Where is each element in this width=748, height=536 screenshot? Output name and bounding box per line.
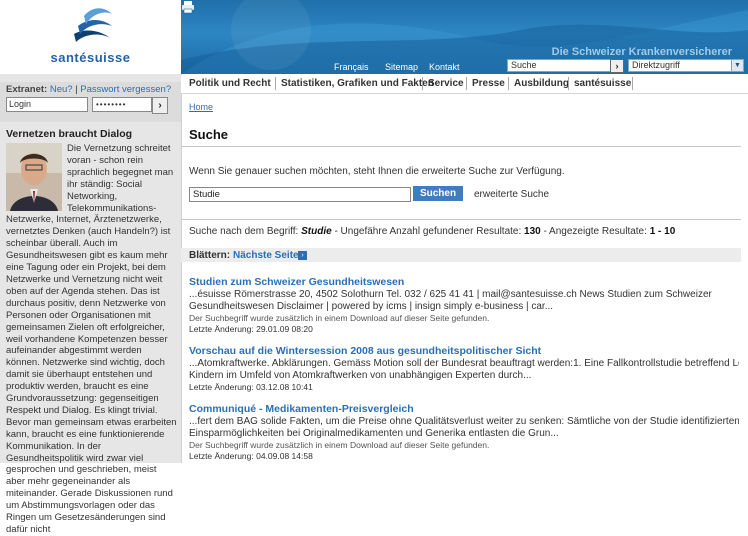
logo-icon — [74, 8, 112, 42]
summary-term: Studie — [301, 226, 332, 237]
nav-service[interactable]: Service — [428, 78, 464, 89]
francais-link[interactable]: Français — [334, 62, 369, 72]
login-field[interactable]: Login — [6, 97, 88, 112]
search-input[interactable]: Studie — [189, 187, 411, 202]
chevron-down-icon: ▼ — [731, 60, 743, 71]
list-item: Communiqué - Medikamenten-Preisvergleich… — [189, 403, 739, 462]
arrow-right-icon: › — [615, 61, 619, 71]
paging-bar: Blättern: Nächste Seite › — [181, 248, 741, 262]
list-item: Studien zum Schweizer Gesundheitswesen .… — [189, 276, 739, 335]
direktzugriff-select[interactable]: Direktzugriff ▼ — [628, 59, 744, 72]
extranet-row: Extranet: Neu? | Passwort vergessen? — [6, 84, 172, 95]
summary-mid2: - Angezeigte Resultate: — [543, 226, 647, 237]
summary-count: 130 — [524, 226, 541, 237]
nav-separator — [632, 77, 633, 90]
summary-mid: - Ungefähre Anzahl gefundener Resultate: — [334, 226, 522, 237]
brand-name: santésuisse — [50, 50, 131, 65]
nav-separator — [275, 77, 276, 90]
header-search-input[interactable]: Suche — [507, 59, 611, 72]
direktzugriff-value: Direktzugriff — [632, 60, 680, 70]
divider — [181, 219, 741, 220]
search-button[interactable]: Suchen — [413, 186, 463, 201]
result-date: Letzte Änderung: 29.01.09 08:20 — [189, 324, 313, 334]
advanced-search-link[interactable]: erweiterte Suche — [474, 189, 549, 200]
nav-separator — [422, 77, 423, 90]
password-field[interactable]: •••••••• — [92, 97, 152, 112]
next-page-link[interactable]: Nächste Seite — [233, 250, 299, 261]
nav-presse[interactable]: Presse — [472, 78, 505, 89]
extranet-label: Extranet: — [6, 84, 48, 95]
header-search-button[interactable]: › — [610, 59, 624, 73]
nav-separator — [508, 77, 509, 90]
result-snippet: ...fert dem BAG solide Fakten, um die Pr… — [189, 416, 739, 427]
banner-claim: Die Schweizer Krankenversicherer — [551, 46, 732, 58]
result-download-note: Der Suchbegriff wurde zusätzlich in eine… — [189, 313, 490, 323]
arrow-right-icon: › — [158, 100, 162, 111]
result-snippet: ...Atomkraftwerke. Abklärungen. Gemäss M… — [189, 358, 739, 369]
nav-politik[interactable]: Politik und Recht — [189, 78, 271, 89]
login-submit-button[interactable]: › — [152, 97, 168, 114]
result-snippet: Gesundheitswesen Disclaimer | powered by… — [189, 301, 554, 312]
summary-range: 1 - 10 — [649, 226, 676, 237]
paging-label: Blättern: — [189, 250, 231, 261]
kontakt-link[interactable]: Kontakt — [429, 62, 460, 72]
breadcrumb-home[interactable]: Home — [189, 102, 213, 112]
summary-prefix: Suche nach dem Begriff: — [189, 226, 299, 237]
result-date: Letzte Änderung: 04.09.08 14:58 — [189, 451, 313, 461]
divider — [181, 146, 741, 147]
header-banner: Die Schweizer Krankenversicherer Françai… — [181, 0, 748, 74]
search-hint: Wenn Sie genauer suchen möchten, steht I… — [189, 166, 565, 177]
result-snippet: Kindern im Umfeld von Atomkraftwerken vo… — [189, 370, 532, 381]
result-snippet: ...ésuisse Römerstrasse 20, 4502 Solothu… — [189, 289, 712, 300]
nav-statistiken[interactable]: Statistiken, Grafiken und Fakten — [281, 78, 434, 89]
next-page-icon[interactable]: › — [298, 251, 307, 260]
result-title[interactable]: Communiqué - Medikamenten-Preisvergleich — [189, 403, 739, 416]
left-sidebar: santésuisse Extranet: Neu? | Passwort ve… — [0, 0, 182, 535]
main-nav: Politik und Recht Statistiken, Grafiken … — [181, 75, 748, 94]
result-title[interactable]: Vorschau auf die Wintersession 2008 aus … — [189, 345, 739, 358]
extranet-login: Extranet: Neu? | Passwort vergessen? Log… — [0, 82, 181, 122]
result-download-note: Der Suchbegriff wurde zusätzlich in eine… — [189, 440, 490, 450]
result-date: Letzte Änderung: 03.12.08 10:41 — [189, 382, 313, 392]
sidebar-title: Vernetzen braucht Dialog — [6, 128, 133, 140]
sidebar-article: Die Vernetzung schreitet voran - schon r… — [6, 143, 178, 536]
nav-ausbildung[interactable]: Ausbildung — [514, 78, 569, 89]
nav-separator — [466, 77, 467, 90]
print-icon[interactable] — [181, 0, 195, 14]
nav-separator — [568, 77, 569, 90]
neu-link[interactable]: Neu? — [50, 84, 73, 95]
result-snippet: Einsparmöglichkeiten bei Originalmedikam… — [189, 428, 559, 439]
password-forgot-link[interactable]: Passwort vergessen? — [80, 84, 171, 95]
sitemap-link[interactable]: Sitemap — [385, 62, 418, 72]
list-item: Vorschau auf die Wintersession 2008 aus … — [189, 345, 739, 393]
nav-santesuisse[interactable]: santésuisse — [574, 78, 631, 89]
page-title: Suche — [189, 127, 229, 142]
page: santésuisse Extranet: Neu? | Passwort ve… — [0, 0, 748, 535]
logo[interactable]: santésuisse — [0, 0, 181, 74]
result-summary: Suche nach dem Begriff: Studie - Ungefäh… — [189, 226, 675, 237]
result-title[interactable]: Studien zum Schweizer Gesundheitswesen — [189, 276, 739, 289]
